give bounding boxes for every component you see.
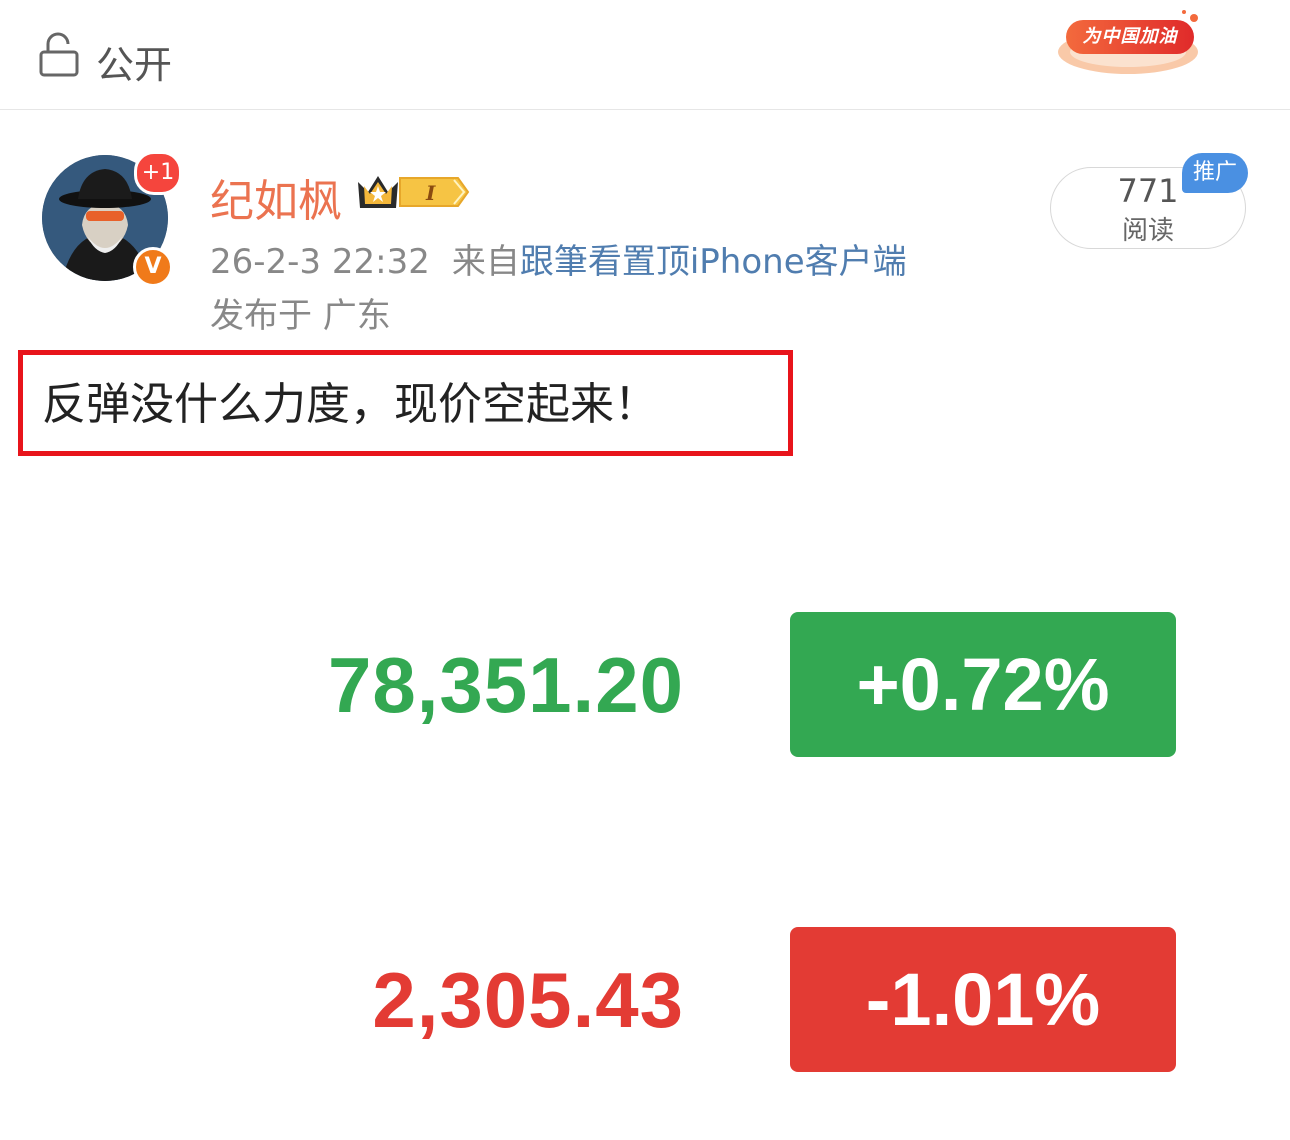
source-prefix: 来自 [451, 242, 520, 282]
change-badge-2: -1.01% [790, 927, 1176, 1072]
author-name[interactable]: 纪如枫 [210, 165, 342, 229]
post-datetime: 26-2-3 22:32 [210, 242, 430, 282]
post-text: 反弹没什么力度，现价空起来！ [42, 379, 658, 430]
level-badge-text: I [425, 181, 436, 205]
event-badge-text: 为中国加油 [1082, 26, 1178, 47]
post-location: 发布于 广东 [210, 296, 391, 336]
privacy-label[interactable]: 公开 [96, 34, 172, 89]
plus-one-badge: +1 [134, 151, 182, 195]
index-value-1: 78,351.20 [327, 641, 684, 729]
crown-level-icon[interactable]: I [354, 170, 472, 214]
read-label: 阅读 [1121, 216, 1174, 246]
unlock-icon[interactable] [38, 32, 82, 78]
change-badge-1: +0.72% [790, 612, 1176, 757]
post-meta: 26-2-3 22:32 来自跟筆看置顶iPhone客户端 [210, 234, 907, 283]
top-bar: 公开 为中国加油 [0, 0, 1290, 110]
source-link[interactable]: 跟筆看置顶iPhone客户端 [520, 242, 907, 282]
promote-tag[interactable]: 推广 [1182, 153, 1248, 193]
verified-badge: V [133, 247, 173, 287]
index-value-2: 2,305.43 [372, 956, 684, 1044]
